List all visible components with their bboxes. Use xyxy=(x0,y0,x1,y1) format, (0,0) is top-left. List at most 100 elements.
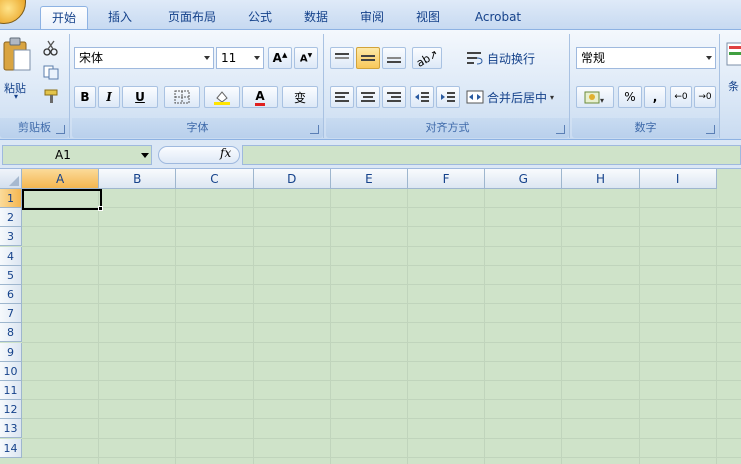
font-dialog-launcher[interactable] xyxy=(310,125,319,134)
row-header-4[interactable]: 4 xyxy=(0,246,22,266)
worksheet-grid[interactable]: ABCDEFGHI 1 2 3 4 5 6 7 8 9 10 11 12 13 14 xyxy=(0,169,741,464)
tab-insert[interactable]: 插入 xyxy=(98,6,142,30)
column-header-f[interactable]: F xyxy=(408,169,486,189)
row-header-6[interactable]: 6 xyxy=(0,285,22,304)
fill-handle[interactable] xyxy=(98,206,103,211)
merge-center-icon xyxy=(466,90,484,104)
row-header-12[interactable]: 12 xyxy=(0,400,22,420)
chevron-down-icon xyxy=(204,56,210,60)
comma-button[interactable]: , xyxy=(644,86,666,108)
decrease-decimal-button[interactable]: →0 xyxy=(694,86,716,108)
row-header-14[interactable]: 14 xyxy=(0,438,22,458)
align-right-button[interactable] xyxy=(382,86,406,108)
number-format-combo[interactable]: 常规 xyxy=(576,47,716,69)
tab-page-layout[interactable]: 页面布局 xyxy=(154,6,230,30)
orientation-icon: ab↗ xyxy=(413,46,441,70)
row-header-3[interactable]: 3 xyxy=(0,227,22,247)
name-box[interactable]: A1 xyxy=(2,145,152,165)
row-header-8[interactable]: 8 xyxy=(0,323,22,343)
alignment-dialog-launcher[interactable] xyxy=(556,125,565,134)
conditional-format-icon[interactable] xyxy=(726,42,741,68)
format-painter-icon[interactable] xyxy=(42,88,60,104)
font-size-combo[interactable]: 11 xyxy=(216,47,264,69)
grow-font-button[interactable]: A▲ xyxy=(268,47,292,69)
tab-view[interactable]: 视图 xyxy=(408,6,448,30)
clipboard-dialog-launcher[interactable] xyxy=(56,125,65,134)
tab-data[interactable]: 数据 xyxy=(296,6,336,30)
paste-dropdown-icon[interactable]: ▾ xyxy=(14,92,18,101)
fill-color-button[interactable] xyxy=(204,86,240,108)
underline-button[interactable]: U xyxy=(122,86,158,108)
active-cell[interactable] xyxy=(22,189,102,210)
phonetic-button[interactable]: 变 xyxy=(282,86,318,108)
chevron-down-icon[interactable]: ▾ xyxy=(550,93,554,102)
column-header-i[interactable]: I xyxy=(639,169,717,189)
row-header-5[interactable]: 5 xyxy=(0,265,22,285)
column-header-h[interactable]: H xyxy=(562,169,640,189)
number-format-value: 常规 xyxy=(581,51,606,65)
decrease-indent-icon xyxy=(415,92,429,102)
align-center-button[interactable] xyxy=(356,86,380,108)
middle-align-button[interactable] xyxy=(356,47,380,69)
bottom-align-icon xyxy=(387,57,401,63)
copy-icon[interactable] xyxy=(42,64,60,80)
percent-button[interactable]: % xyxy=(618,86,642,108)
paste-button[interactable]: 粘贴 ▾ xyxy=(0,36,34,106)
conditional-format-label[interactable]: 条 xyxy=(728,78,739,94)
borders-button[interactable] xyxy=(164,86,200,108)
bold-button[interactable]: B xyxy=(74,86,96,108)
tab-review[interactable]: 审阅 xyxy=(352,6,392,30)
row-header-10[interactable]: 10 xyxy=(0,361,22,381)
font-color-button[interactable]: A xyxy=(242,86,278,108)
tab-formulas[interactable]: 公式 xyxy=(240,6,280,30)
chevron-down-icon xyxy=(706,56,712,60)
name-box-dropdown-icon[interactable] xyxy=(141,153,149,158)
insert-function-icon[interactable]: fx xyxy=(220,146,231,160)
italic-button[interactable]: I xyxy=(98,86,120,108)
phonetic-icon: 变 xyxy=(293,90,306,105)
column-header-b[interactable]: B xyxy=(99,169,177,189)
font-name-combo[interactable]: 宋体 xyxy=(74,47,214,69)
column-header-e[interactable]: E xyxy=(330,169,408,189)
merge-center-button[interactable]: 合并后居中 ▾ xyxy=(466,86,554,108)
shrink-font-icon: A▼ xyxy=(299,51,313,65)
column-header-c[interactable]: C xyxy=(176,169,254,189)
cut-icon[interactable] xyxy=(42,40,60,56)
align-left-icon xyxy=(335,92,349,102)
increase-decimal-button[interactable]: ←0 xyxy=(670,86,692,108)
number-group: 常规 ▾ % , ←0 →0 数字 xyxy=(572,34,720,138)
column-header-d[interactable]: D xyxy=(253,169,331,189)
row-header-1[interactable]: 1 xyxy=(0,189,22,208)
row-header-7[interactable]: 7 xyxy=(0,304,22,324)
office-button[interactable] xyxy=(0,0,26,24)
increase-indent-button[interactable] xyxy=(436,86,460,108)
grid-row-line xyxy=(22,418,741,420)
accounting-format-button[interactable]: ▾ xyxy=(576,86,614,108)
tab-acrobat[interactable]: Acrobat xyxy=(466,6,530,30)
decrease-indent-button[interactable] xyxy=(410,86,434,108)
grid-row-line xyxy=(22,245,741,247)
tab-home[interactable]: 开始 xyxy=(40,6,88,30)
alignment-group: ab↗ 自动换行 合并后居中 ▾ 对齐方式 xyxy=(326,34,570,138)
shrink-font-button[interactable]: A▼ xyxy=(294,47,318,69)
borders-icon xyxy=(174,90,190,104)
row-header-13[interactable]: 13 xyxy=(0,419,22,439)
wrap-text-button[interactable]: 自动换行 xyxy=(466,47,535,69)
align-left-button[interactable] xyxy=(330,86,354,108)
select-all-button[interactable] xyxy=(0,169,22,189)
ribbon: 粘贴 ▾ 剪贴板 宋体 11 A▲ A▼ B I U A 变 字体 ab↗ 自动… xyxy=(0,29,741,140)
column-header-a[interactable]: A xyxy=(22,169,100,189)
formula-input[interactable] xyxy=(242,145,741,165)
grow-font-icon: A▲ xyxy=(272,51,288,65)
row-header-11[interactable]: 11 xyxy=(0,381,22,400)
column-header-g[interactable]: G xyxy=(485,169,563,189)
orientation-button[interactable]: ab↗ xyxy=(412,47,442,69)
font-group-label: 字体 xyxy=(72,118,323,138)
font-color-icon: A xyxy=(255,89,265,106)
number-dialog-launcher[interactable] xyxy=(706,125,715,134)
row-header-9[interactable]: 9 xyxy=(0,342,22,362)
row-header-2[interactable]: 2 xyxy=(0,208,22,228)
top-align-button[interactable] xyxy=(330,47,354,69)
bottom-align-button[interactable] xyxy=(382,47,406,69)
grid-column-line xyxy=(252,189,254,464)
